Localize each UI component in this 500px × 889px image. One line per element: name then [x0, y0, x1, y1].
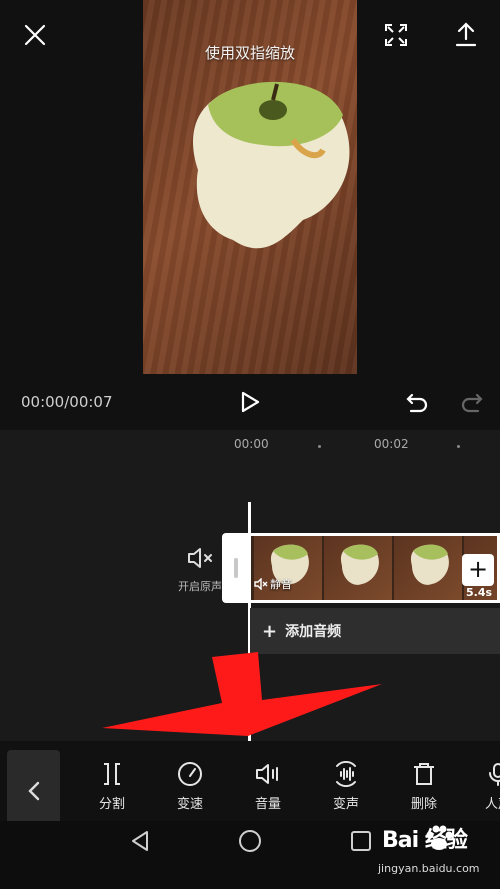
tool-delete[interactable]: 删除	[394, 761, 454, 812]
tool-volume[interactable]: 音量	[238, 761, 298, 812]
tool-speed[interactable]: 变速	[160, 761, 220, 812]
nav-recents-button[interactable]	[347, 826, 375, 856]
add-audio-label: 添加音频	[285, 624, 342, 640]
clip-thumbnail	[324, 536, 392, 600]
tool-voice-change[interactable]: 变声	[316, 761, 376, 812]
apple-image	[193, 81, 350, 249]
mute-small-icon	[254, 578, 268, 590]
watermark-logo: Bai 经验	[382, 828, 468, 853]
redo-button[interactable]	[457, 388, 487, 416]
tool-split-label: 分割	[98, 797, 125, 812]
clip-trim-handle[interactable]	[222, 533, 250, 603]
play-button[interactable]	[236, 388, 264, 416]
tool-split[interactable]: 分割	[82, 761, 142, 812]
clip-thumbnail	[394, 536, 462, 600]
baidu-jingyan-watermark: Bai 经验 jingyan.baidu.com	[378, 818, 500, 888]
delete-icon	[414, 763, 434, 785]
volume-icon	[256, 764, 278, 784]
play-icon	[241, 391, 260, 413]
add-audio-button[interactable]: + 添加音频	[250, 608, 500, 654]
fullscreen-button[interactable]	[381, 20, 411, 50]
clip-mute-label: 静音	[270, 578, 292, 591]
playback-time: 00:00/00:07	[21, 393, 113, 411]
video-clip[interactable]: 静音 + 5.4s	[250, 533, 500, 603]
tool-vocal[interactable]: 人声	[468, 761, 500, 812]
split-icon	[104, 763, 120, 785]
clip-duration: 5.4s	[466, 586, 493, 599]
speed-icon	[178, 762, 202, 786]
original-sound-label: 开启原声	[178, 580, 222, 593]
chevron-left-icon	[27, 781, 39, 801]
undo-icon	[406, 393, 428, 413]
export-button[interactable]	[451, 18, 481, 50]
time-ruler: 00:00 00:02	[0, 434, 500, 458]
original-sound-toggle[interactable]: 开启原声	[170, 546, 230, 594]
nav-home-button[interactable]	[236, 826, 264, 856]
tool-vocal-label: 人声	[484, 797, 500, 812]
ruler-mark: 00:02	[374, 437, 409, 451]
clip-mute-indicator: 静音	[254, 576, 292, 592]
video-preview-area: 使用双指缩放 00:00/00:07	[0, 0, 500, 430]
edit-toolbar: 分割 变速 音量 变声 删除 人声	[0, 741, 500, 832]
watermark-url: jingyan.baidu.com	[378, 862, 480, 875]
nav-back-button[interactable]	[126, 826, 154, 856]
square-recents-icon	[351, 831, 371, 851]
upload-icon	[455, 22, 477, 47]
add-clip-button[interactable]: +	[462, 554, 494, 586]
zoom-hint-text: 使用双指缩放	[204, 44, 295, 62]
back-button[interactable]	[7, 750, 60, 832]
tool-delete-label: 删除	[410, 797, 437, 812]
plus-icon: +	[262, 620, 278, 642]
undo-button[interactable]	[402, 388, 432, 416]
tool-volume-label: 音量	[254, 797, 281, 812]
ruler-mark: 00:00	[234, 437, 269, 451]
tool-speed-label: 变速	[176, 797, 203, 812]
voice-change-icon	[336, 761, 356, 787]
close-button[interactable]	[20, 20, 50, 50]
triangle-back-icon	[132, 831, 148, 851]
circle-home-icon	[239, 830, 261, 852]
vocal-icon	[489, 763, 500, 786]
tool-voice-change-label: 变声	[332, 797, 359, 812]
close-icon	[24, 24, 46, 46]
redo-icon	[461, 393, 483, 413]
fullscreen-icon	[385, 24, 407, 46]
mute-icon	[188, 548, 212, 568]
